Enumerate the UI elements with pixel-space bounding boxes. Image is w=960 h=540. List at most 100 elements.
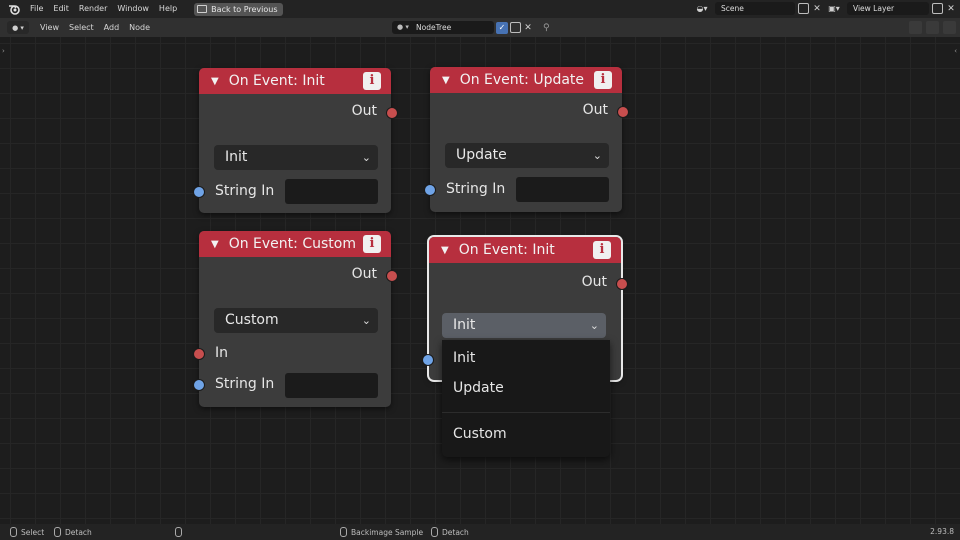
node-on-event-update[interactable]: ▼ On Event: Update i Out Update ⌄ String… [424,67,629,212]
status-select: Select [10,527,44,537]
status-select-label: Select [21,527,45,537]
back-to-previous-button[interactable]: Back to Previous [194,2,283,16]
delete-scene-icon[interactable]: ✕ [812,4,822,14]
scene-field[interactable]: Scene [715,2,795,15]
toolbar-expand-icon[interactable]: › [2,47,5,55]
unlink-node-tree-icon[interactable]: ✕ [523,23,533,33]
menu-window[interactable]: Window [112,0,154,18]
output-socket[interactable] [617,106,629,118]
view-layer-field[interactable]: View Layer [847,2,929,15]
menu-help[interactable]: Help [154,0,182,18]
status-detach-left-label: Detach [65,527,92,537]
event-type-dropdown[interactable]: Init ⌄ [442,313,606,338]
fake-user-shield-icon[interactable]: ✓ [496,21,508,34]
event-type-dropdown[interactable]: Init ⌄ [214,145,378,170]
header-right-tools [909,21,956,34]
new-scene-icon[interactable] [798,3,809,14]
view-layer-selector: ▣▾ View Layer ✕ [824,2,956,15]
node-tree-field[interactable]: ● ▾ NodeTree [392,21,494,34]
string-in-label: String In [215,376,275,392]
info-icon[interactable]: i [363,72,381,90]
node-header[interactable]: ▼ On Event: Init i [199,68,391,94]
backdrop-toggle-icon[interactable] [909,21,922,34]
menu-edit[interactable]: Edit [48,0,74,18]
output-label: Out [351,266,377,282]
node-header[interactable]: ▼ On Event: Update i [430,67,622,93]
collapse-triangle-icon[interactable]: ▼ [211,239,219,250]
event-type-value: Init [225,149,248,165]
popup-option-init[interactable]: Init [453,350,475,366]
status-detach-right-label: Detach [442,527,469,537]
mouse-middle-icon [175,527,182,537]
node-editor-header: ● ▾ View Select Add Node ● ▾ NodeTree ✓ … [0,18,960,37]
scene-icon[interactable]: ◒▾ [692,2,712,15]
scene-selector: ◒▾ Scene ✕ [692,2,822,15]
node-header[interactable]: ▼ On Event: Custom i [199,231,391,257]
view-layer-icon[interactable]: ▣▾ [824,2,844,15]
node-tree-name: NodeTree [416,23,452,32]
mouse-drag-icon [431,527,438,537]
status-backimage-sample: Backimage Sample [340,527,423,537]
string-in-field[interactable] [285,373,378,398]
back-to-previous-label: Back to Previous [211,4,278,14]
string-in-socket[interactable] [193,379,205,391]
string-in-label: String In [446,181,506,197]
menu-render[interactable]: Render [74,0,112,18]
event-type-value: Init [453,317,476,333]
chevron-down-icon: ⌄ [592,149,602,162]
output-socket[interactable] [386,270,398,282]
node-title: On Event: Custom [228,236,356,252]
chevron-down-icon: ⌄ [361,314,371,327]
event-type-dropdown[interactable]: Custom ⌄ [214,308,378,333]
string-in-socket[interactable] [193,186,205,198]
output-socket[interactable] [616,278,628,290]
node-title: On Event: Init [458,242,555,258]
menu-select[interactable]: Select [64,18,99,37]
menu-node[interactable]: Node [124,18,155,37]
status-detach-left: Detach [54,527,92,537]
info-icon[interactable]: i [593,241,611,259]
node-on-event-custom[interactable]: ▼ On Event: Custom i Out Custom ⌄ In Str… [193,231,398,407]
popup-option-custom[interactable]: Custom [453,426,507,442]
node-header[interactable]: ▼ On Event: Init i [429,237,621,263]
menu-view[interactable]: View [35,18,64,37]
in-socket[interactable] [193,348,205,360]
collapse-triangle-icon[interactable]: ▼ [441,245,449,256]
chevron-down-icon: ⌄ [361,151,371,164]
sidebar-expand-icon[interactable]: ‹ [954,47,957,55]
delete-view-layer-icon[interactable]: ✕ [946,4,956,14]
string-in-socket[interactable] [422,354,434,366]
mouse-drag-icon [54,527,61,537]
info-icon[interactable]: i [363,235,381,253]
collapse-triangle-icon[interactable]: ▼ [211,76,219,87]
popup-option-update[interactable]: Update [453,380,504,396]
new-node-tree-icon[interactable] [510,22,521,33]
node-title: On Event: Update [459,72,585,88]
blender-logo-icon[interactable] [7,2,21,16]
version-label: 2.93.8 [930,527,954,536]
pin-icon[interactable]: ⚲ [543,23,550,33]
node-title: On Event: Init [228,73,325,89]
menu-file[interactable]: File [25,0,48,18]
output-label: Out [581,274,607,290]
info-icon[interactable]: i [594,71,612,89]
node-tree-browse-icon[interactable]: ● ▾ [397,21,409,34]
string-in-field[interactable] [516,177,609,202]
mouse-right-icon [340,527,347,537]
string-in-field[interactable] [285,179,378,204]
status-backimage-sample-label: Backimage Sample [351,527,424,537]
node-on-event-init[interactable]: ▼ On Event: Init i Out Init ⌄ String In [193,68,398,213]
menu-add[interactable]: Add [99,18,125,37]
snap-icon[interactable] [943,21,956,34]
output-socket[interactable] [386,107,398,119]
string-in-socket[interactable] [424,184,436,196]
event-type-dropdown[interactable]: Update ⌄ [445,143,609,168]
editor-type-dropdown[interactable]: ● ▾ [7,21,29,34]
popup-separator [442,412,610,413]
new-view-layer-icon[interactable] [932,3,943,14]
mouse-left-icon [10,527,17,537]
overlay-toggle-icon[interactable] [926,21,939,34]
event-type-popup-menu: Init Update Custom [442,340,610,457]
collapse-triangle-icon[interactable]: ▼ [442,75,450,86]
output-label: Out [582,102,608,118]
